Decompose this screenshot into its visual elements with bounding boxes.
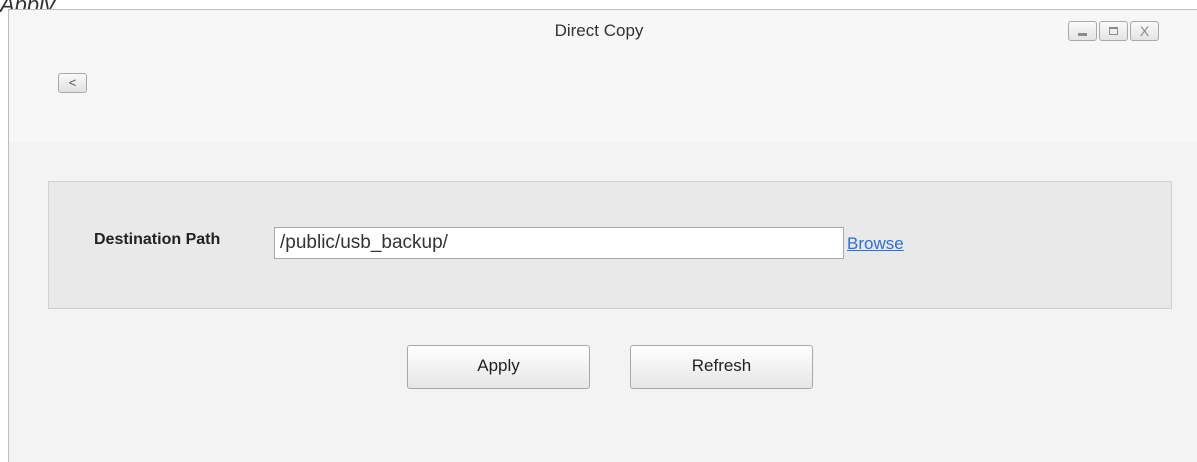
- apply-button[interactable]: Apply: [407, 345, 590, 389]
- minimize-icon: [1078, 32, 1087, 36]
- close-icon: X: [1139, 23, 1150, 39]
- refresh-button[interactable]: Refresh: [630, 345, 813, 389]
- destination-panel: Destination Path Browse: [48, 181, 1172, 309]
- window-controls: X: [1068, 21, 1159, 41]
- close-button[interactable]: X: [1130, 21, 1159, 41]
- destination-path-label: Destination Path: [94, 231, 221, 248]
- back-button[interactable]: <: [58, 73, 87, 93]
- title-bar: Direct Copy X: [9, 10, 1197, 56]
- maximize-icon: [1109, 27, 1118, 35]
- maximize-button[interactable]: [1099, 21, 1128, 41]
- destination-path-input[interactable]: [274, 227, 844, 259]
- minimize-button[interactable]: [1068, 21, 1097, 41]
- page: Apply Direct Copy X < Destination Path: [0, 0, 1197, 462]
- direct-copy-window: Direct Copy X < Destination Path Browse: [8, 9, 1197, 462]
- browse-link[interactable]: Browse: [847, 234, 904, 254]
- window-title: Direct Copy: [554, 21, 644, 40]
- content-area: Destination Path Browse Apply Refresh: [9, 142, 1197, 462]
